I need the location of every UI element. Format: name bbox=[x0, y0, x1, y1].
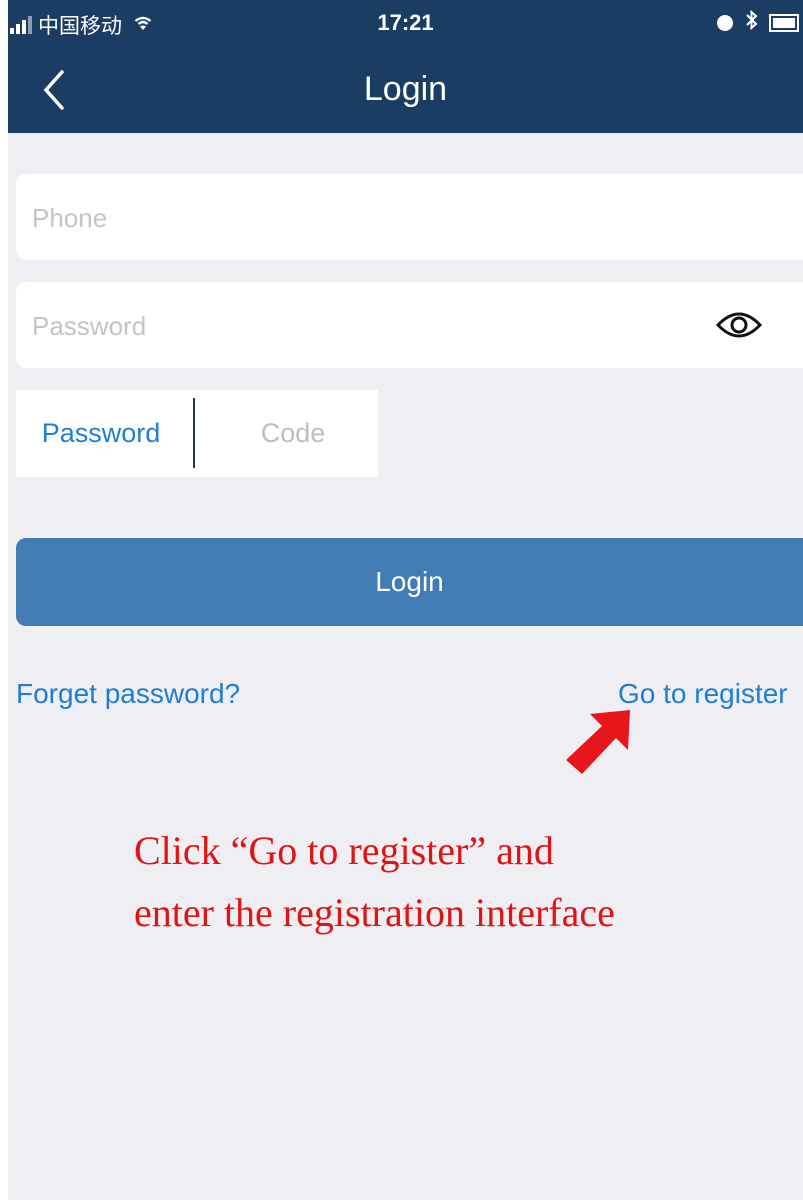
password-input[interactable] bbox=[30, 282, 674, 370]
status-time: 17:21 bbox=[377, 10, 434, 35]
alarm-icon bbox=[717, 15, 733, 31]
status-bar: 中国移动 17:21 bbox=[8, 0, 803, 48]
battery-icon bbox=[769, 14, 799, 32]
password-field bbox=[16, 282, 803, 370]
tab-divider bbox=[193, 398, 195, 468]
tab-code[interactable]: Code bbox=[208, 390, 378, 477]
forget-password-link[interactable]: Forget password? bbox=[16, 678, 240, 710]
header-bar: 中国移动 17:21 Login bbox=[8, 0, 803, 133]
phone-field bbox=[16, 174, 803, 262]
phone-screen: 中国移动 17:21 Login Phone Password Code Log… bbox=[8, 0, 803, 1200]
login-button[interactable]: Login bbox=[16, 538, 803, 626]
annotation-line-1: Click “Go to register” and bbox=[134, 828, 554, 873]
go-to-register-link[interactable]: Go to register bbox=[618, 678, 788, 710]
bluetooth-icon bbox=[745, 9, 759, 36]
red-arrow-icon bbox=[566, 710, 630, 774]
instruction-annotation: Click “Go to register” and enter the reg… bbox=[134, 820, 794, 944]
status-right bbox=[717, 9, 799, 36]
show-password-eye-icon[interactable] bbox=[715, 307, 763, 343]
page-title: Login bbox=[363, 70, 448, 108]
annotation-line-2: enter the registration interface bbox=[134, 890, 615, 935]
nav-bar: Login bbox=[8, 48, 803, 133]
phone-input[interactable] bbox=[30, 174, 674, 262]
tab-password[interactable]: Password bbox=[16, 390, 186, 477]
login-mode-switch: Password Code bbox=[16, 390, 378, 477]
